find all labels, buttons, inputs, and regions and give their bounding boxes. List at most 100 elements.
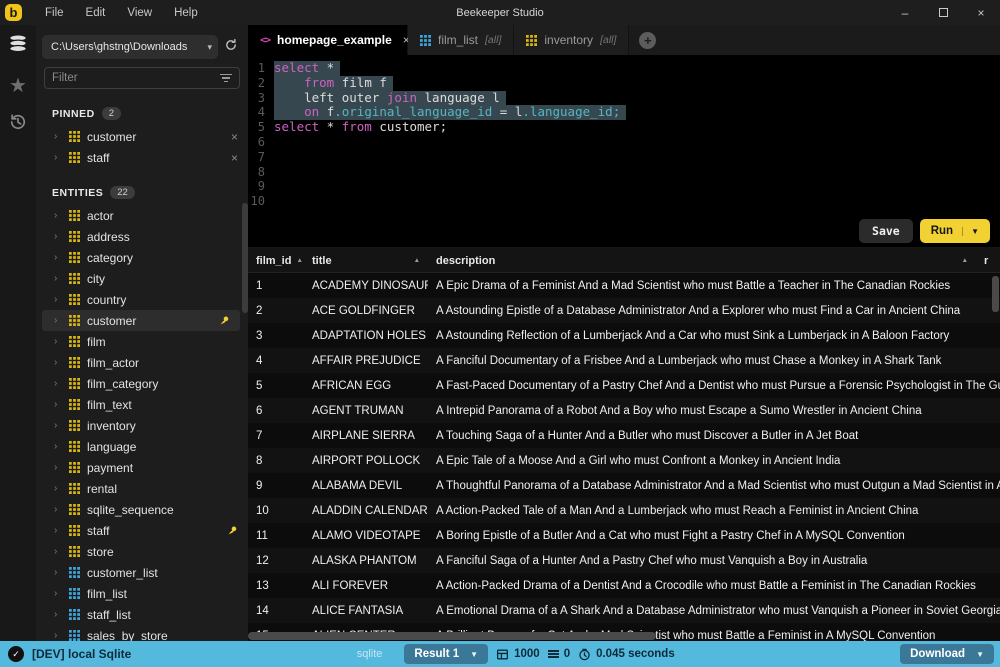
table-row[interactable]: 1ACADEMY DINOSAURA Epic Drama of a Femin… — [248, 273, 1000, 298]
table-icon — [420, 35, 431, 46]
chevron-right-icon[interactable]: › — [54, 399, 62, 410]
sidebar-item-actor[interactable]: ›actor — [42, 205, 248, 226]
sidebar-item-rental[interactable]: › rental — [42, 478, 248, 499]
table-row[interactable]: 14ALICE FANTASIAA Emotional Drama of a A… — [248, 598, 1000, 623]
cell-title: ALI FOREVER — [304, 580, 428, 592]
chevron-right-icon[interactable]: › — [54, 630, 62, 641]
sidebar-item-inventory[interactable]: ›inventory — [42, 415, 248, 436]
sidebar-item-film[interactable]: › film — [42, 331, 248, 352]
pinned-item-customer[interactable]: ›customer× — [42, 126, 248, 147]
chevron-right-icon[interactable]: › — [54, 462, 62, 473]
maximize-button[interactable] — [924, 0, 962, 25]
chevron-right-icon[interactable]: › — [54, 525, 62, 536]
chevron-right-icon[interactable]: › — [54, 588, 62, 599]
database-icon[interactable] — [7, 33, 29, 60]
sidebar-item-film_list[interactable]: ›film_list — [42, 583, 248, 604]
chevron-right-icon[interactable]: › — [54, 546, 62, 557]
chevron-right-icon[interactable]: › — [54, 378, 62, 389]
new-tab-button[interactable]: + — [639, 32, 656, 49]
table-row[interactable]: 3ADAPTATION HOLESA Astounding Reflection… — [248, 323, 1000, 348]
sidebar-item-language[interactable]: ›language — [42, 436, 248, 457]
sidebar-item-country[interactable]: ›country — [42, 289, 248, 310]
table-row[interactable]: 2ACE GOLDFINGERA Astounding Epistle of a… — [248, 298, 1000, 323]
result-selector[interactable]: Result 1 ▼ — [404, 644, 488, 664]
sidebar-item-staff[interactable]: ›staff — [42, 520, 248, 541]
sidebar-item-category[interactable]: ›category — [42, 247, 248, 268]
results-vertical-scrollbar[interactable] — [992, 276, 999, 312]
run-button[interactable]: Run ▼ — [920, 219, 990, 243]
column-header-clipped[interactable]: r — [976, 255, 1000, 267]
table-row[interactable]: 13ALI FOREVERA Action-Packed Drama of a … — [248, 573, 1000, 598]
chevron-right-icon[interactable]: › — [54, 131, 62, 142]
table-row[interactable]: 8AIRPORT POLLOCKA Epic Tale of a Moose A… — [248, 448, 1000, 473]
sidebar-item-customer_list[interactable]: ›customer_list — [42, 562, 248, 583]
run-dropdown-icon[interactable]: ▼ — [962, 227, 979, 236]
sidebar-item-film_actor[interactable]: ›film_actor — [42, 352, 248, 373]
refresh-icon[interactable] — [222, 38, 240, 57]
chevron-right-icon[interactable]: › — [54, 567, 62, 578]
sql-editor[interactable]: 1select *2 from film f3 left outer join … — [248, 55, 1000, 247]
table-row[interactable]: 12ALASKA PHANTOMA Fanciful Saga of a Hun… — [248, 548, 1000, 573]
column-header-title[interactable]: title ▲ — [304, 255, 428, 267]
table-icon — [526, 35, 537, 46]
tab-inventory[interactable]: inventory[all] — [514, 25, 629, 55]
column-header-film-id[interactable]: film_id ▲ — [248, 255, 304, 267]
chevron-right-icon[interactable]: › — [54, 294, 62, 305]
chevron-right-icon[interactable]: › — [54, 336, 62, 347]
menu-view[interactable]: View — [118, 4, 161, 22]
tab-film_list[interactable]: film_list[all] — [408, 25, 514, 55]
sidebar-item-film_text[interactable]: ›film_text — [42, 394, 248, 415]
table-row[interactable]: 6AGENT TRUMANA Intrepid Panorama of a Ro… — [248, 398, 1000, 423]
entity-filter[interactable] — [44, 67, 240, 89]
table-row[interactable]: 5AFRICAN EGGA Fast-Paced Documentary of … — [248, 373, 1000, 398]
cell-title: ALAMO VIDEOTAPE — [304, 530, 428, 542]
table-row[interactable]: 9ALABAMA DEVILA Thoughtful Panorama of a… — [248, 473, 1000, 498]
sidebar-item-sales_by_store[interactable]: ›sales_by_store — [42, 625, 248, 641]
save-button[interactable]: Save — [859, 219, 913, 243]
cell-description: A Touching Saga of a Hunter And a Butler… — [428, 430, 1000, 442]
connection-dropdown[interactable]: C:\Users\ghstng\Downloads ▾ — [42, 35, 218, 59]
unpin-icon[interactable]: × — [231, 151, 238, 165]
sidebar-item-sqlite_sequence[interactable]: ›sqlite_sequence — [42, 499, 248, 520]
download-button[interactable]: Download ▼ — [900, 644, 994, 664]
table-row[interactable]: 11ALAMO VIDEOTAPEA Boring Epistle of a B… — [248, 523, 1000, 548]
sidebar-item-city[interactable]: ›city — [42, 268, 248, 289]
table-row[interactable]: 7AIRPLANE SIERRAA Touching Saga of a Hun… — [248, 423, 1000, 448]
sidebar-item-film_category[interactable]: ›film_category — [42, 373, 248, 394]
chevron-right-icon[interactable]: › — [54, 210, 62, 221]
sidebar-item-payment[interactable]: ›payment — [42, 457, 248, 478]
menu-edit[interactable]: Edit — [77, 4, 115, 22]
sidebar-item-customer[interactable]: ›customer — [42, 310, 240, 331]
column-header-description[interactable]: description ▲ — [428, 255, 976, 267]
close-button[interactable]: × — [962, 0, 1000, 25]
chevron-right-icon[interactable]: › — [54, 483, 62, 494]
sidebar-item-staff_list[interactable]: ›staff_list — [42, 604, 248, 625]
chevron-right-icon[interactable]: › — [54, 252, 62, 263]
chevron-right-icon[interactable]: › — [54, 357, 62, 368]
menu-file[interactable]: File — [36, 4, 73, 22]
chevron-right-icon[interactable]: › — [54, 315, 62, 326]
chevron-right-icon[interactable]: › — [54, 420, 62, 431]
table-row[interactable]: 4AFFAIR PREJUDICEA Fanciful Documentary … — [248, 348, 1000, 373]
cell-film-id: 6 — [248, 405, 304, 417]
sidebar-item-address[interactable]: ›address — [42, 226, 248, 247]
chevron-right-icon[interactable]: › — [54, 152, 62, 163]
minimize-button[interactable]: – — [886, 0, 924, 25]
tab-homepage_example[interactable]: <>homepage_example× — [248, 25, 408, 55]
unpin-icon[interactable]: × — [231, 130, 238, 144]
table-row[interactable]: 10ALADDIN CALENDARA Action-Packed Tale o… — [248, 498, 1000, 523]
chevron-right-icon[interactable]: › — [54, 231, 62, 242]
results-horizontal-scrollbar[interactable] — [248, 632, 656, 640]
chevron-right-icon[interactable]: › — [54, 504, 62, 515]
sidebar-item-store[interactable]: ›store — [42, 541, 248, 562]
entity-name: film — [87, 335, 238, 349]
history-icon[interactable] — [8, 112, 28, 137]
chevron-right-icon[interactable]: › — [54, 273, 62, 284]
chevron-right-icon[interactable]: › — [54, 441, 62, 452]
favorites-icon[interactable]: ★ — [9, 76, 27, 96]
menu-help[interactable]: Help — [165, 4, 207, 22]
chevron-right-icon[interactable]: › — [54, 609, 62, 620]
pinned-item-staff[interactable]: ›staff× — [42, 147, 248, 168]
entity-name: rental — [87, 482, 238, 496]
filter-input[interactable] — [52, 72, 220, 84]
